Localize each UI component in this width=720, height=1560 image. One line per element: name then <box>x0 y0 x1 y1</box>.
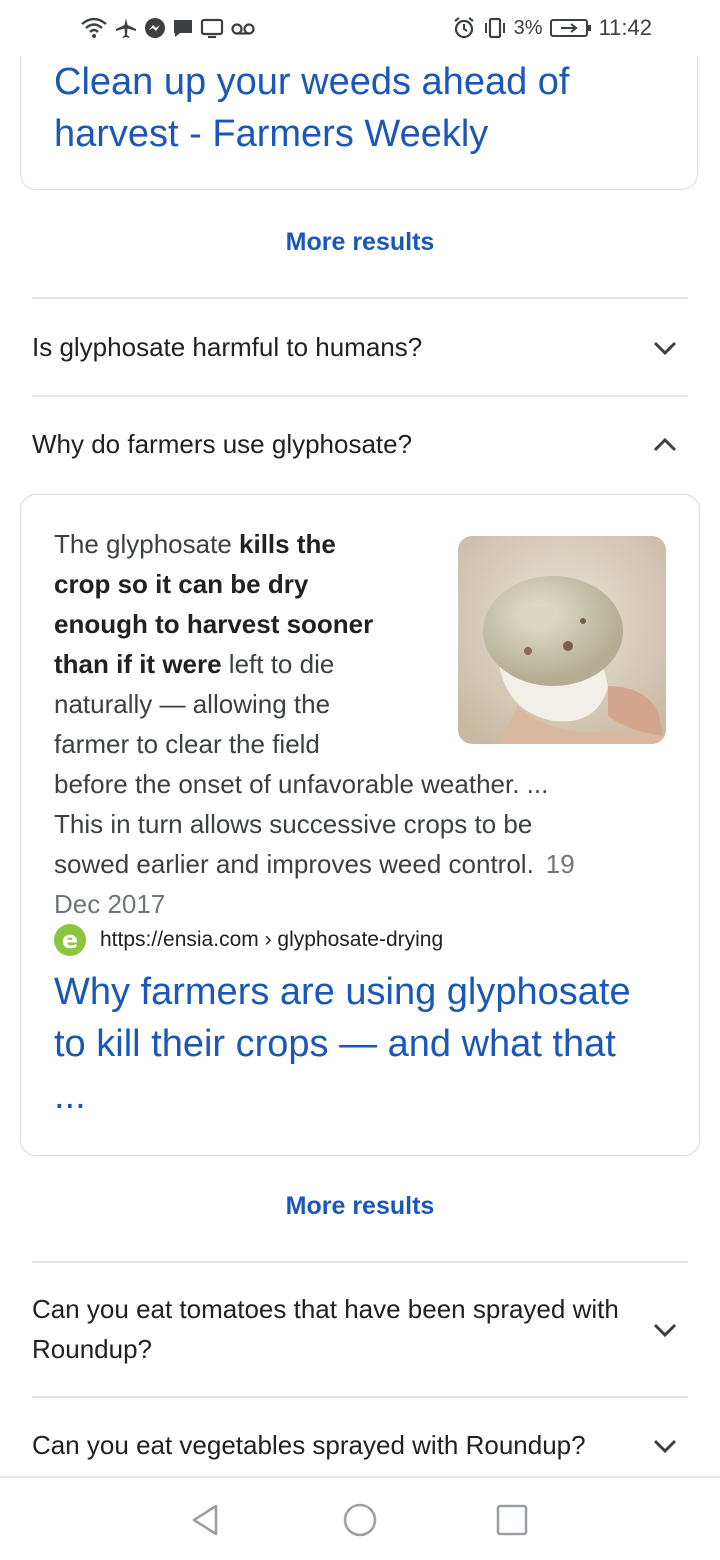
airplane-icon <box>116 18 136 38</box>
vibrate-icon <box>484 17 505 39</box>
home-icon[interactable] <box>340 1500 380 1540</box>
source-row[interactable]: e https://ensia.com › glyphosate-drying <box>54 924 443 956</box>
chat-icon <box>174 20 192 37</box>
faq-item-why-farmers[interactable]: Why do farmers use glyphosate? <box>32 424 688 464</box>
status-right: 3% 11:42 <box>452 12 652 44</box>
answer-thumbnail-image[interactable] <box>458 536 666 744</box>
more-results-button[interactable]: More results <box>0 228 720 257</box>
messenger-icon <box>145 18 165 38</box>
chevron-down-icon <box>653 1439 677 1454</box>
divider <box>32 1396 688 1398</box>
faq-question: Why do farmers use glyphosate? <box>32 429 413 459</box>
chevron-down-icon <box>653 341 677 356</box>
wifi-icon <box>81 17 107 38</box>
more-results-button[interactable]: More results <box>0 1192 720 1221</box>
system-navigation-bar <box>0 1476 720 1560</box>
faq-question: Can you eat tomatoes that have been spra… <box>32 1294 619 1364</box>
recents-icon[interactable] <box>492 1500 532 1540</box>
answer-text-intro: The glyphosate <box>54 529 240 559</box>
divider <box>32 395 688 397</box>
chevron-up-icon <box>653 437 677 452</box>
faq-item-vegetables[interactable]: Can you eat vegetables sprayed with Roun… <box>32 1425 688 1465</box>
alarm-icon <box>454 17 474 39</box>
faq-item-harmful[interactable]: Is glyphosate harmful to humans? <box>32 327 688 367</box>
voicemail-icon <box>231 23 255 35</box>
site-favicon: e <box>54 924 86 956</box>
status-left-icons <box>80 12 256 44</box>
battery-icon <box>549 19 591 37</box>
divider <box>32 297 688 299</box>
faq-question: Can you eat vegetables sprayed with Roun… <box>32 1430 586 1460</box>
top-result-title-link[interactable]: Clean up your weeds ahead of harvest - F… <box>54 56 654 160</box>
clock: 11:42 <box>598 15 652 40</box>
back-icon[interactable] <box>186 1500 226 1540</box>
screen-icon <box>200 18 224 39</box>
divider <box>32 1261 688 1263</box>
status-bar: 3% 11:42 <box>0 0 720 56</box>
battery-percent: 3% <box>513 16 543 39</box>
faq-question: Is glyphosate harmful to humans? <box>32 332 423 362</box>
source-url: https://ensia.com › glyphosate-drying <box>100 928 444 951</box>
faq-item-tomatoes[interactable]: Can you eat tomatoes that have been spra… <box>32 1289 688 1369</box>
chevron-down-icon <box>653 1323 677 1338</box>
answer-result-title-link[interactable]: Why farmers are using glyphosate to kill… <box>54 966 654 1122</box>
